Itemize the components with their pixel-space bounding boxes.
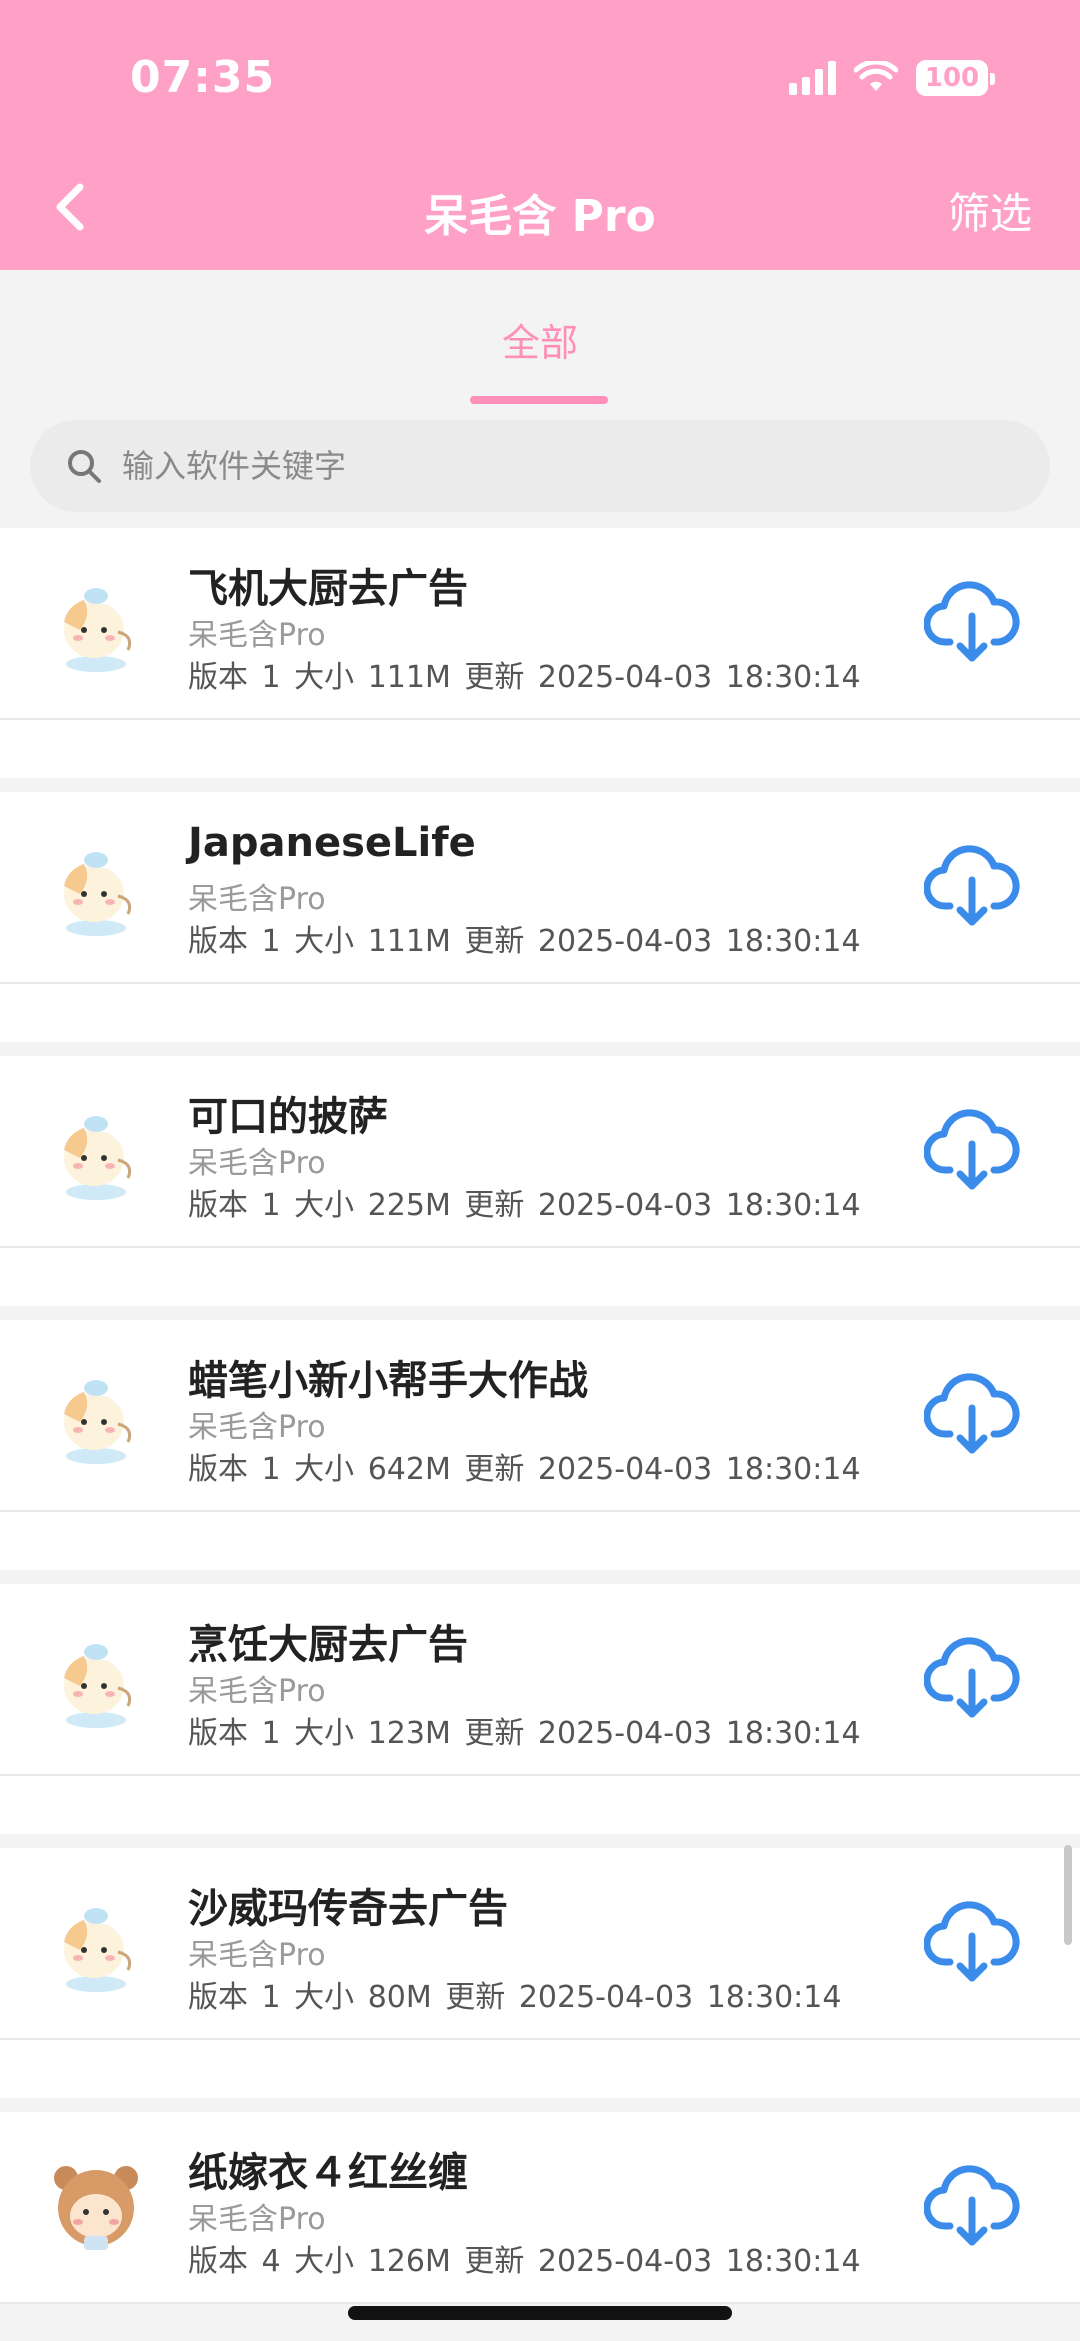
app-header: 07:35 100 呆毛含 Pro 筛选 <box>0 0 1080 270</box>
search-icon <box>68 450 101 483</box>
app-meta: 版本 4 大小 126M 更新 2025-04-03 18:30:14 <box>188 2244 861 2279</box>
list-item[interactable]: 沙威玛传奇去广告 呆毛含Pro 版本 1 大小 80M 更新 2025-04-0… <box>0 1848 1080 2040</box>
app-developer: 呆毛含Pro <box>188 1674 326 1709</box>
app-name: 飞机大厨去广告 <box>188 566 468 612</box>
cloud-download-icon[interactable] <box>924 1636 1020 1720</box>
app-developer: 呆毛含Pro <box>188 1938 326 1973</box>
wifi-icon <box>854 61 898 91</box>
search-bar[interactable] <box>30 420 1050 512</box>
cloud-download-icon[interactable] <box>924 1900 1020 1984</box>
app-meta: 版本 1 大小 225M 更新 2025-04-03 18:30:14 <box>188 1188 861 1223</box>
battery-icon: 100 <box>916 60 995 96</box>
app-name: 沙威玛传奇去广告 <box>188 1886 508 1932</box>
filter-button[interactable]: 筛选 <box>948 180 1032 241</box>
cloud-download-icon[interactable] <box>924 1108 1020 1192</box>
cloud-download-icon[interactable] <box>924 2164 1020 2248</box>
tab-indicator <box>470 396 608 404</box>
page-title: 呆毛含 Pro <box>424 191 656 242</box>
cloud-download-icon[interactable] <box>924 1372 1020 1456</box>
chick-sticker-icon <box>64 1644 132 1728</box>
list-item[interactable]: 飞机大厨去广告 呆毛含Pro 版本 1 大小 111M 更新 2025-04-0… <box>0 528 1080 720</box>
row-separator <box>0 1248 1080 1318</box>
app-developer: 呆毛含Pro <box>188 2202 326 2237</box>
app-meta: 版本 1 大小 80M 更新 2025-04-03 18:30:14 <box>188 1980 842 2015</box>
cellular-signal-icon <box>789 61 836 95</box>
app-name: 可口的披萨 <box>188 1094 388 1140</box>
category-tabs: 全部 <box>0 270 1080 406</box>
chick-sticker-icon <box>64 588 132 672</box>
cloud-download-icon[interactable] <box>924 844 1020 928</box>
home-indicator[interactable] <box>348 2306 732 2320</box>
chick-sticker-icon <box>64 852 132 936</box>
app-meta: 版本 1 大小 123M 更新 2025-04-03 18:30:14 <box>188 1716 861 1751</box>
list-item[interactable]: 纸嫁衣４红丝缠 呆毛含Pro 版本 4 大小 126M 更新 2025-04-0… <box>0 2112 1080 2304</box>
app-name: JapaneseLife <box>188 820 476 866</box>
row-separator <box>0 720 1080 790</box>
status-time: 07:35 <box>130 52 276 103</box>
list-item[interactable]: 可口的披萨 呆毛含Pro 版本 1 大小 225M 更新 2025-04-03 … <box>0 1056 1080 1248</box>
chick-sticker-icon <box>64 1380 132 1464</box>
chick-sticker-icon <box>64 1908 132 1992</box>
row-separator <box>0 1776 1080 1846</box>
list-item[interactable]: 蜡笔小新小帮手大作战 呆毛含Pro 版本 1 大小 642M 更新 2025-0… <box>0 1320 1080 1512</box>
app-name: 蜡笔小新小帮手大作战 <box>188 1358 588 1404</box>
app-developer: 呆毛含Pro <box>188 618 326 653</box>
scrollbar[interactable] <box>1064 1845 1072 1945</box>
list-item[interactable]: 烹饪大厨去广告 呆毛含Pro 版本 1 大小 123M 更新 2025-04-0… <box>0 1584 1080 1776</box>
app-meta: 版本 1 大小 642M 更新 2025-04-03 18:30:14 <box>188 1452 861 1487</box>
bear-sticker-icon <box>54 2166 138 2250</box>
status-icons: 100 <box>789 60 995 96</box>
app-meta: 版本 1 大小 111M 更新 2025-04-03 18:30:14 <box>188 660 861 695</box>
row-separator <box>0 1512 1080 1582</box>
app-developer: 呆毛含Pro <box>188 1146 326 1181</box>
chick-sticker-icon <box>64 1116 132 1200</box>
app-name: 纸嫁衣４红丝缠 <box>188 2150 468 2196</box>
app-developer: 呆毛含Pro <box>188 1410 326 1445</box>
list-item[interactable]: JapaneseLife 呆毛含Pro 版本 1 大小 111M 更新 2025… <box>0 792 1080 984</box>
row-separator <box>0 2040 1080 2110</box>
app-name: 烹饪大厨去广告 <box>188 1622 468 1668</box>
tab-all[interactable]: 全部 <box>0 312 1080 367</box>
search-input[interactable] <box>122 447 922 485</box>
row-separator <box>0 984 1080 1054</box>
app-meta: 版本 1 大小 111M 更新 2025-04-03 18:30:14 <box>188 924 861 959</box>
app-developer: 呆毛含Pro <box>188 882 326 917</box>
cloud-download-icon[interactable] <box>924 580 1020 664</box>
